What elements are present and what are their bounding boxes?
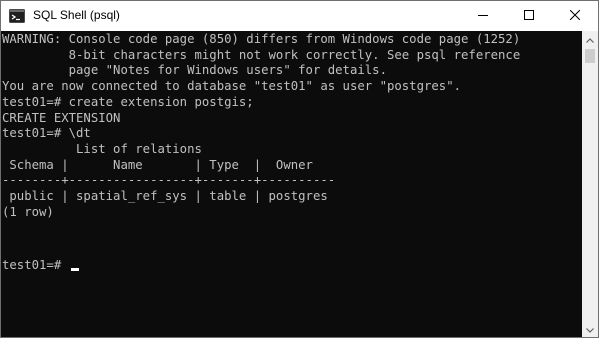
window-title: SQL Shell (psql)	[33, 8, 120, 22]
maximize-icon	[524, 7, 534, 25]
minimize-button[interactable]	[460, 1, 506, 31]
terminal-output[interactable]: WARNING: Console code page (850) differs…	[1, 31, 582, 337]
prompt-text: test01=#	[2, 258, 69, 272]
terminal-text: WARNING: Console code page (850) differs…	[2, 32, 521, 219]
command-prompt-line[interactable]: test01=#	[2, 258, 79, 274]
scroll-up-arrow-icon	[586, 30, 594, 48]
close-button[interactable]	[552, 1, 598, 31]
title-bar[interactable]: SQL Shell (psql)	[1, 1, 598, 31]
powershell-console-icon[interactable]	[9, 8, 25, 24]
scroll-thumb[interactable]	[585, 49, 595, 63]
maximize-button[interactable]	[506, 1, 552, 31]
scroll-up-button[interactable]	[582, 31, 598, 47]
minimize-icon	[478, 7, 488, 25]
close-icon	[569, 7, 581, 25]
scroll-down-arrow-icon	[586, 320, 594, 338]
sql-shell-window: SQL Shell (psql) WARNING: Console code p…	[0, 0, 599, 338]
text-cursor	[70, 268, 79, 271]
vertical-scrollbar[interactable]	[582, 31, 598, 337]
scroll-down-button[interactable]	[582, 321, 598, 337]
